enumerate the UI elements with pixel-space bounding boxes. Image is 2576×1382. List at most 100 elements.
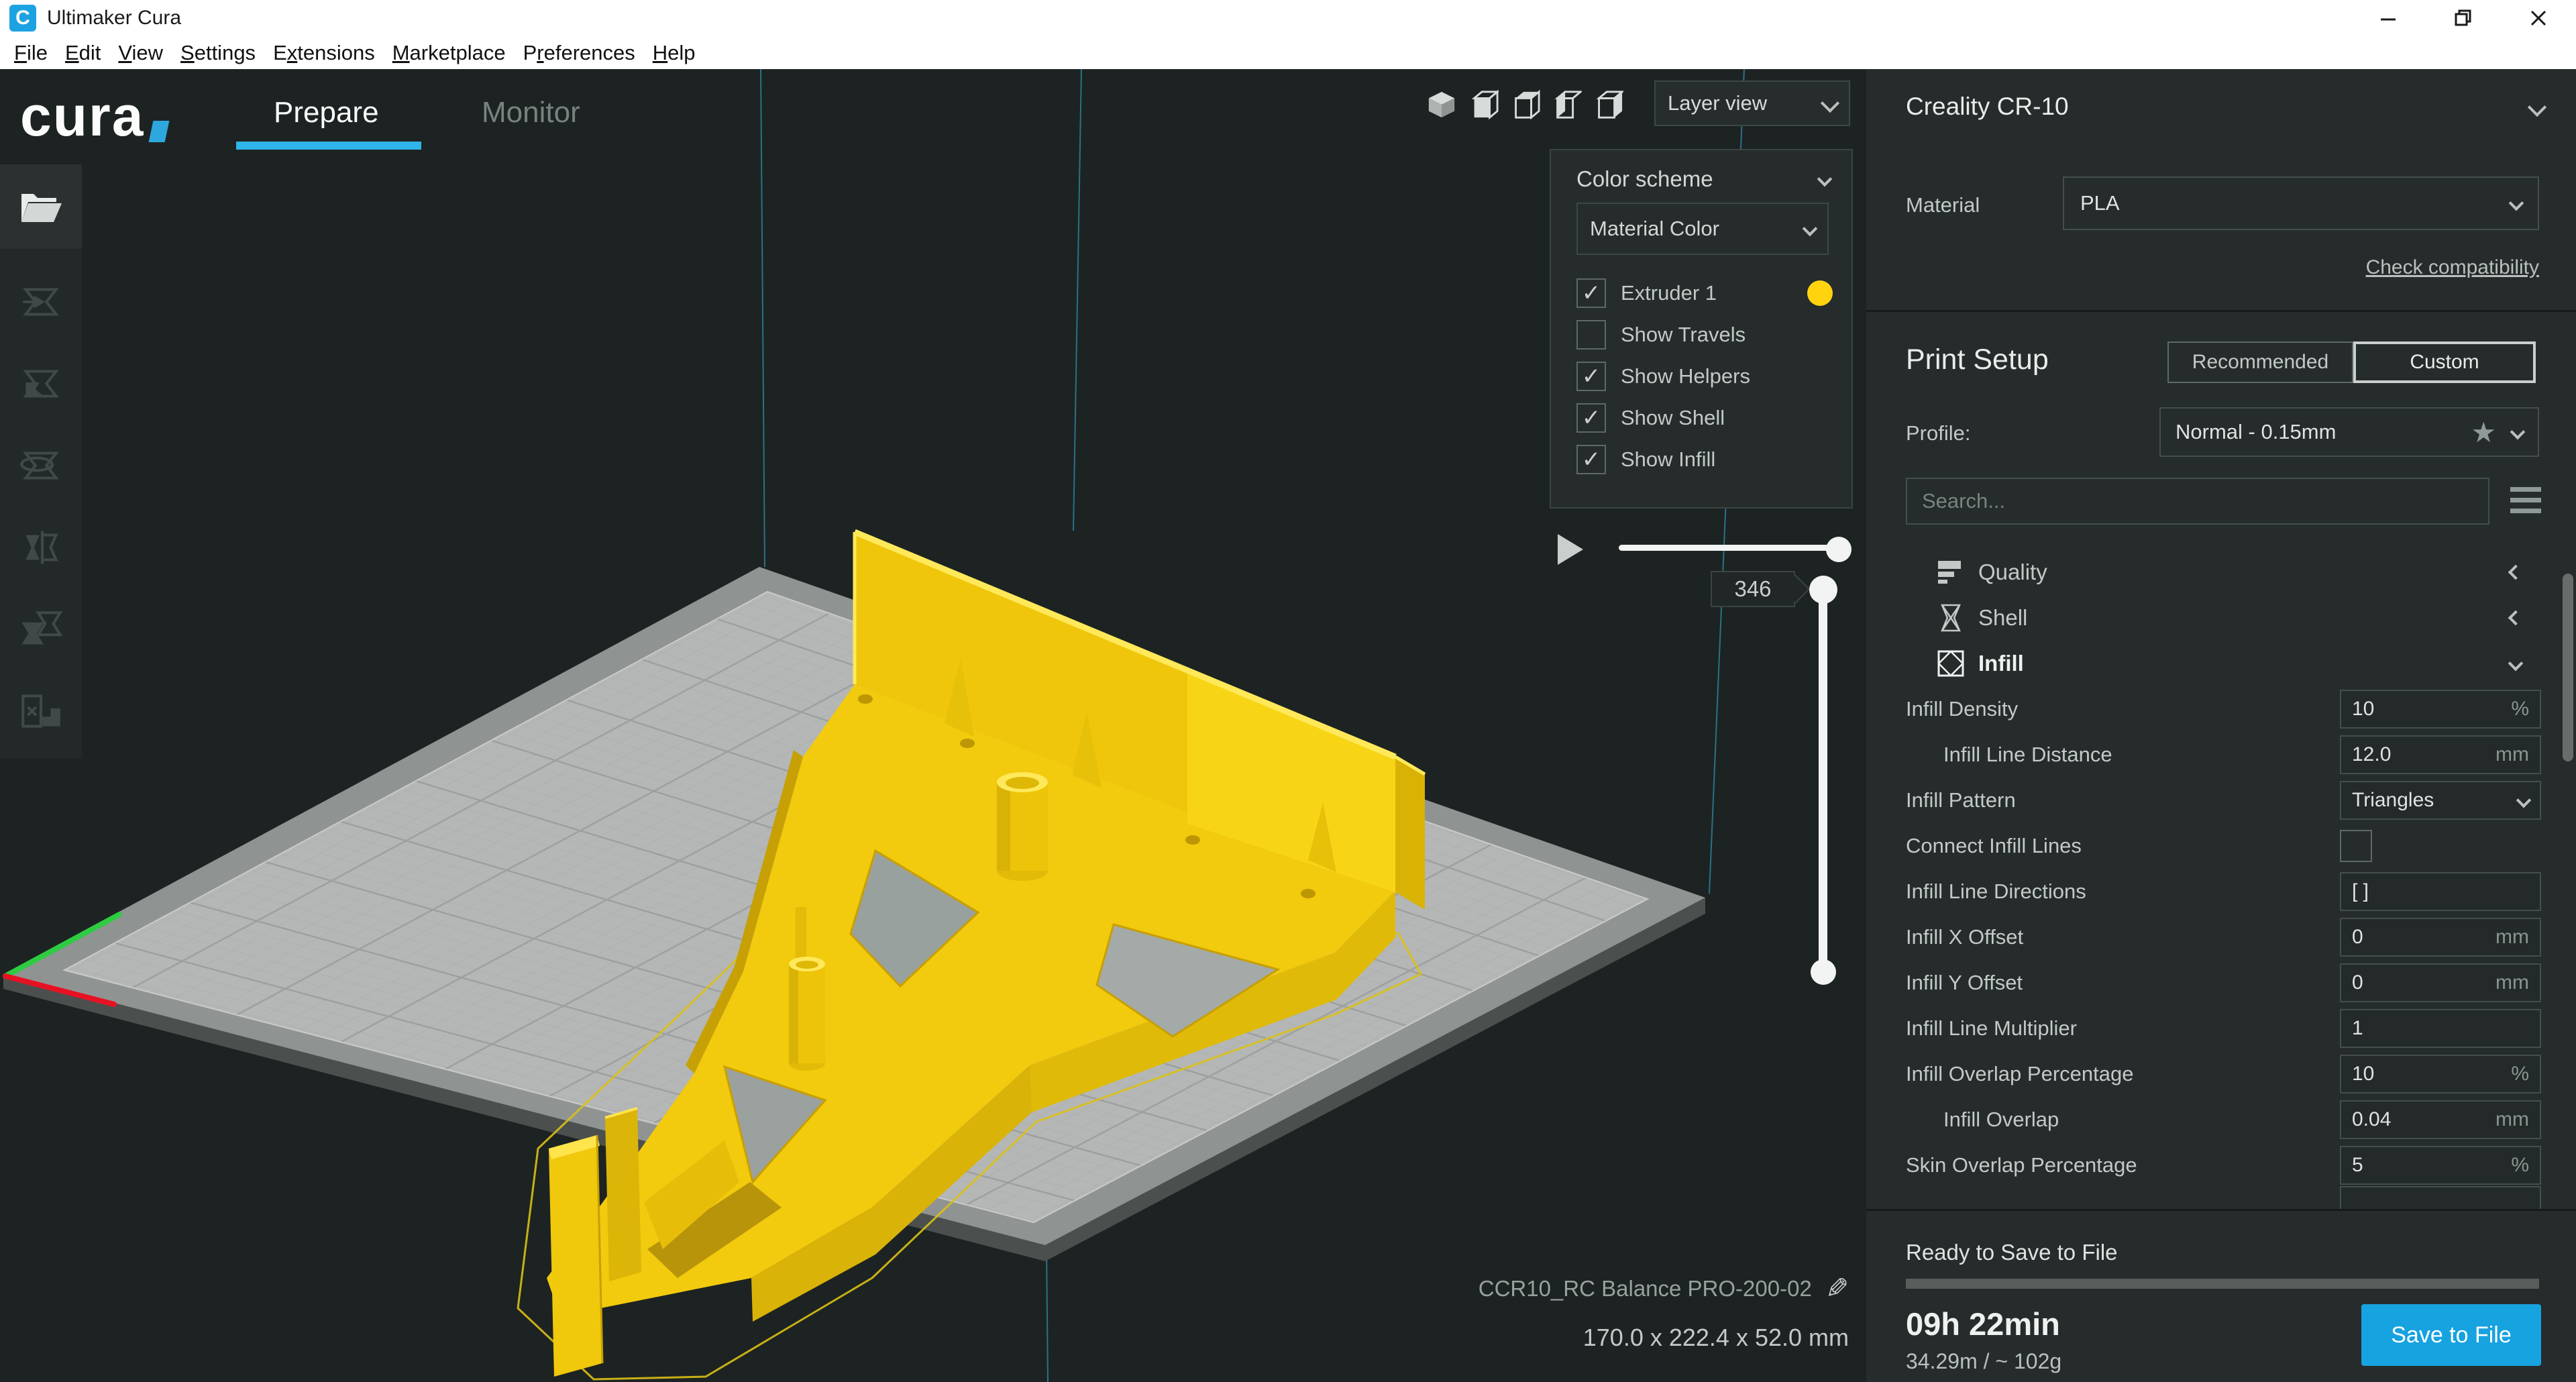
- setting-infill-overlap: Infill Overlap 0.04mm: [1866, 1097, 2576, 1142]
- minimize-button[interactable]: [2351, 0, 2426, 36]
- mirror-tool-icon[interactable]: [16, 523, 66, 572]
- front-view-icon[interactable]: [1468, 89, 1499, 120]
- material-dropdown[interactable]: PLA: [2063, 176, 2539, 230]
- move-tool-icon[interactable]: [16, 277, 66, 327]
- layer-slider[interactable]: [1819, 586, 1827, 974]
- profile-label: Profile:: [1906, 421, 1970, 445]
- layer-slider-bottom-handle[interactable]: [1811, 959, 1836, 985]
- chevron-left-icon: [2508, 610, 2524, 626]
- machine-name[interactable]: Creality CR-10: [1906, 93, 2069, 121]
- chevron-left-icon: [2508, 565, 2524, 580]
- support-blocker-icon[interactable]: [16, 686, 66, 736]
- settings-menu-icon[interactable]: [2510, 487, 2541, 513]
- show-helpers-checkbox[interactable]: ✓: [1576, 362, 1606, 391]
- infill-line-multiplier-input[interactable]: 1: [2340, 1009, 2541, 1048]
- menu-extensions[interactable]: Extensions: [264, 41, 384, 65]
- next-setting-partial: [2340, 1186, 2541, 1209]
- setting-infill-pattern: Infill Pattern Triangles: [1866, 778, 2576, 823]
- infill-icon: [1935, 648, 1966, 679]
- setting-infill-line-distance: Infill Line Distance 12.0mm: [1866, 732, 2576, 778]
- menu-marketplace[interactable]: Marketplace: [384, 41, 515, 65]
- infill-line-distance-input[interactable]: 12.0mm: [2340, 735, 2541, 774]
- close-icon: [2528, 8, 2548, 28]
- left-view-icon[interactable]: [1551, 89, 1582, 120]
- settings-search-input[interactable]: Search...: [1906, 478, 2489, 525]
- setting-infill-line-directions: Infill Line Directions [ ]: [1866, 869, 2576, 914]
- chevron-down-icon[interactable]: [2528, 98, 2546, 117]
- menu-edit[interactable]: Edit: [56, 41, 109, 65]
- category-infill[interactable]: Infill: [1866, 641, 2576, 686]
- model-info: CCR10_RC Balance PRO-200-02 ✎ 170.0 x 22…: [1479, 1272, 1849, 1352]
- scale-tool-icon[interactable]: [16, 359, 66, 409]
- model-name: CCR10_RC Balance PRO-200-02: [1479, 1276, 1812, 1301]
- window-title: Ultimaker Cura: [47, 7, 181, 30]
- simulation-slider[interactable]: [1619, 545, 1841, 551]
- progress-bar: [1906, 1279, 2539, 1289]
- status-text: Ready to Save to File: [1906, 1240, 2118, 1265]
- rotate-tool-icon[interactable]: [16, 441, 66, 490]
- chevron-down-icon: [1803, 221, 1818, 237]
- top-view-icon[interactable]: [1509, 89, 1540, 120]
- setting-infill-line-multiplier: Infill Line Multiplier 1: [1866, 1006, 2576, 1051]
- shell-icon: [1935, 602, 1966, 633]
- save-to-file-button[interactable]: Save to File: [2361, 1304, 2541, 1366]
- play-simulation-button[interactable]: [1558, 534, 1583, 565]
- 3d-view-icon[interactable]: [1426, 89, 1457, 120]
- infill-pattern-select[interactable]: Triangles: [2340, 781, 2541, 820]
- setting-infill-density: Infill Density 10%: [1866, 686, 2576, 732]
- profile-dropdown[interactable]: Normal - 0.15mm ★: [2159, 407, 2539, 457]
- divider: [1866, 310, 2576, 312]
- infill-line-directions-input[interactable]: [ ]: [2340, 872, 2541, 911]
- cura-window: C Ultimaker Cura File Edit View Settings…: [0, 0, 2576, 1382]
- settings-scrollbar[interactable]: [2563, 574, 2573, 761]
- simulation-slider-handle[interactable]: [1826, 537, 1851, 562]
- skin-overlap-percentage-input[interactable]: 5%: [2340, 1146, 2541, 1185]
- infill-density-input[interactable]: 10%: [2340, 690, 2541, 729]
- close-button[interactable]: [2501, 0, 2576, 36]
- rename-pencil-icon[interactable]: ✎: [1825, 1272, 1849, 1305]
- menu-preferences[interactable]: Preferences: [515, 41, 644, 65]
- view-mode-dropdown[interactable]: Layer view: [1654, 81, 1850, 126]
- restore-button[interactable]: [2426, 0, 2501, 36]
- recommended-mode-button[interactable]: Recommended: [2167, 341, 2353, 383]
- print-setup-title: Print Setup: [1906, 343, 2049, 376]
- layer-slider-top-handle[interactable]: [1809, 576, 1837, 604]
- menu-view[interactable]: View: [109, 41, 172, 65]
- title-bar[interactable]: C Ultimaker Cura: [0, 0, 2576, 36]
- cura-app-icon: C: [9, 5, 36, 32]
- show-infill-checkbox[interactable]: ✓: [1576, 445, 1606, 474]
- per-model-settings-icon[interactable]: [16, 604, 66, 654]
- star-icon[interactable]: ★: [2471, 416, 2496, 449]
- minimize-icon: [2378, 8, 2398, 28]
- category-quality[interactable]: Quality: [1866, 549, 2576, 595]
- tab-monitor[interactable]: Monitor: [482, 96, 580, 129]
- settings-list: Quality Shell Infill: [1866, 549, 2576, 1209]
- infill-overlap-input[interactable]: 0.04mm: [2340, 1100, 2541, 1139]
- show-travels-checkbox[interactable]: ✓: [1576, 320, 1606, 350]
- connect-infill-lines-checkbox[interactable]: ✓: [2340, 830, 2372, 862]
- custom-mode-button[interactable]: Custom: [2353, 341, 2536, 383]
- extruder-1-checkbox[interactable]: ✓: [1576, 278, 1606, 308]
- right-view-icon[interactable]: [1593, 89, 1623, 120]
- chevron-down-icon[interactable]: [1817, 172, 1833, 187]
- color-scheme-dropdown[interactable]: Material Color: [1576, 203, 1829, 255]
- menu-help[interactable]: Help: [644, 41, 704, 65]
- open-file-button[interactable]: [0, 164, 82, 249]
- chevron-down-icon: [1821, 94, 1839, 113]
- chevron-down-icon: [2508, 656, 2524, 672]
- category-shell[interactable]: Shell: [1866, 595, 2576, 641]
- infill-overlap-percentage-input[interactable]: 10%: [2340, 1055, 2541, 1094]
- chevron-down-icon: [2509, 196, 2524, 211]
- infill-x-offset-input[interactable]: 0mm: [2340, 918, 2541, 957]
- menu-file[interactable]: File: [5, 41, 56, 65]
- show-helpers-row: ✓ Show Helpers: [1576, 356, 1838, 397]
- setting-infill-y-offset: Infill Y Offset 0mm: [1866, 960, 2576, 1006]
- show-shell-checkbox[interactable]: ✓: [1576, 403, 1606, 433]
- tab-prepare[interactable]: Prepare: [274, 96, 379, 129]
- check-compatibility-link[interactable]: Check compatibility: [2366, 256, 2539, 279]
- show-shell-row: ✓ Show Shell: [1576, 397, 1838, 439]
- infill-y-offset-input[interactable]: 0mm: [2340, 963, 2541, 1002]
- extruder-1-color-swatch: [1807, 280, 1833, 306]
- quality-icon: [1935, 557, 1966, 588]
- menu-settings[interactable]: Settings: [172, 41, 264, 65]
